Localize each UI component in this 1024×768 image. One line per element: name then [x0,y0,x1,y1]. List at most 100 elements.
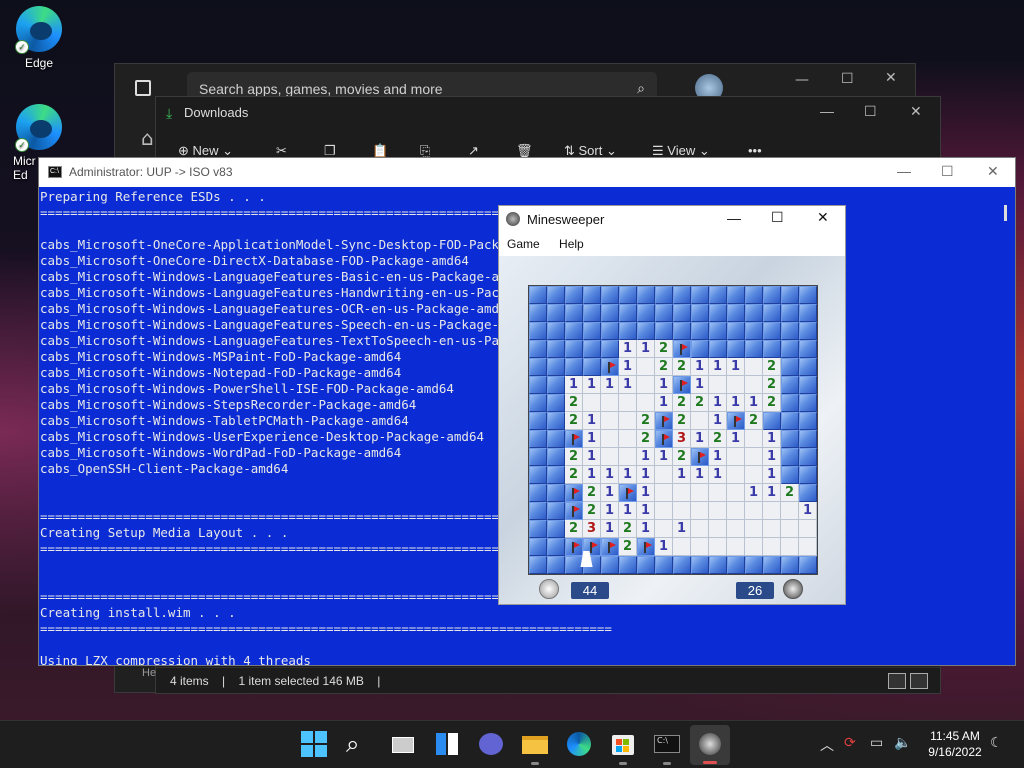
open-cell[interactable] [655,502,673,520]
hidden-cell[interactable] [637,556,655,574]
flag-icon[interactable] [655,412,673,430]
hidden-cell[interactable] [601,322,619,340]
edge-desktop-shortcut[interactable]: ✓ Edge [5,6,73,70]
number-cell[interactable]: 2 [709,430,727,448]
open-cell[interactable] [709,520,727,538]
hidden-cell[interactable] [547,502,565,520]
number-cell[interactable]: 1 [655,448,673,466]
open-cell[interactable] [781,538,799,556]
hidden-cell[interactable] [655,304,673,322]
cmd-minimize-button[interactable]: — [897,163,911,179]
hidden-cell[interactable] [655,556,673,574]
open-cell[interactable] [781,502,799,520]
hidden-cell[interactable] [655,322,673,340]
open-cell[interactable] [727,538,745,556]
open-cell[interactable] [709,376,727,394]
hidden-cell[interactable] [781,394,799,412]
open-cell[interactable] [745,448,763,466]
number-cell[interactable]: 2 [763,376,781,394]
number-cell[interactable]: 1 [727,394,745,412]
flag-icon[interactable] [637,538,655,556]
hidden-cell[interactable] [691,322,709,340]
hidden-cell[interactable] [547,286,565,304]
hidden-cell[interactable] [565,304,583,322]
hidden-cell[interactable] [673,322,691,340]
hidden-cell[interactable] [601,556,619,574]
hidden-cell[interactable] [781,358,799,376]
number-cell[interactable]: 1 [691,376,709,394]
start-button[interactable] [301,731,327,757]
number-cell[interactable]: 1 [673,520,691,538]
number-cell[interactable]: 1 [655,376,673,394]
number-cell[interactable]: 2 [583,502,601,520]
number-cell[interactable]: 1 [637,484,655,502]
home-icon[interactable]: ⌂ [141,126,154,150]
number-cell[interactable]: 1 [619,466,637,484]
hidden-cell[interactable] [565,358,583,376]
hidden-cell[interactable] [529,358,547,376]
hidden-cell[interactable] [619,556,637,574]
hidden-cell[interactable] [547,358,565,376]
details-view-button[interactable] [888,673,906,689]
search-icon[interactable]: ⌕ [637,80,645,97]
hidden-cell[interactable] [619,322,637,340]
number-cell[interactable]: 1 [601,484,619,502]
hidden-cell[interactable] [547,430,565,448]
open-cell[interactable] [727,502,745,520]
minesweeper-window[interactable]: Minesweeper — ☐ ✕ Game Help 112122111211… [498,205,846,605]
hidden-cell[interactable] [727,556,745,574]
number-cell[interactable]: 1 [745,394,763,412]
hidden-cell[interactable] [763,412,781,430]
number-cell[interactable]: 2 [619,538,637,556]
ms-close-button[interactable]: ✕ [817,209,829,226]
open-cell[interactable] [637,394,655,412]
number-cell[interactable]: 1 [709,394,727,412]
flag-icon[interactable] [565,484,583,502]
number-cell[interactable]: 1 [763,448,781,466]
hidden-cell[interactable] [727,322,745,340]
hidden-cell[interactable] [547,520,565,538]
number-cell[interactable]: 2 [781,484,799,502]
hidden-cell[interactable] [691,304,709,322]
hidden-cell[interactable] [799,394,817,412]
hidden-cell[interactable] [709,556,727,574]
number-cell[interactable]: 2 [637,412,655,430]
hidden-cell[interactable] [691,286,709,304]
hidden-cell[interactable] [781,412,799,430]
hidden-cell[interactable] [799,358,817,376]
hidden-cell[interactable] [547,340,565,358]
hidden-cell[interactable] [763,556,781,574]
hidden-cell[interactable] [673,556,691,574]
number-cell[interactable]: 1 [619,376,637,394]
hidden-cell[interactable] [619,286,637,304]
hidden-cell[interactable] [799,430,817,448]
number-cell[interactable]: 1 [637,448,655,466]
chevron-up-icon[interactable]: ︿ [820,735,834,755]
edge-icon[interactable] [566,731,592,757]
flag-icon[interactable] [619,484,637,502]
open-cell[interactable] [691,502,709,520]
number-cell[interactable]: 3 [583,520,601,538]
number-cell[interactable]: 1 [691,466,709,484]
flag-icon[interactable] [727,412,745,430]
open-cell[interactable] [583,394,601,412]
number-cell[interactable]: 1 [619,502,637,520]
flag-icon[interactable] [655,430,673,448]
number-cell[interactable]: 1 [601,376,619,394]
hidden-cell[interactable] [799,412,817,430]
flag-icon[interactable] [601,538,619,556]
hidden-cell[interactable] [637,304,655,322]
hidden-cell[interactable] [745,304,763,322]
ms-maximize-button[interactable]: ☐ [771,209,784,226]
number-cell[interactable]: 1 [799,502,817,520]
open-cell[interactable] [745,358,763,376]
number-cell[interactable]: 2 [655,358,673,376]
open-cell[interactable] [655,520,673,538]
open-cell[interactable] [619,430,637,448]
widgets-icon[interactable] [434,731,460,757]
open-cell[interactable] [745,520,763,538]
number-cell[interactable]: 1 [709,412,727,430]
hidden-cell[interactable] [529,394,547,412]
hidden-cell[interactable] [781,322,799,340]
hidden-cell[interactable] [781,304,799,322]
